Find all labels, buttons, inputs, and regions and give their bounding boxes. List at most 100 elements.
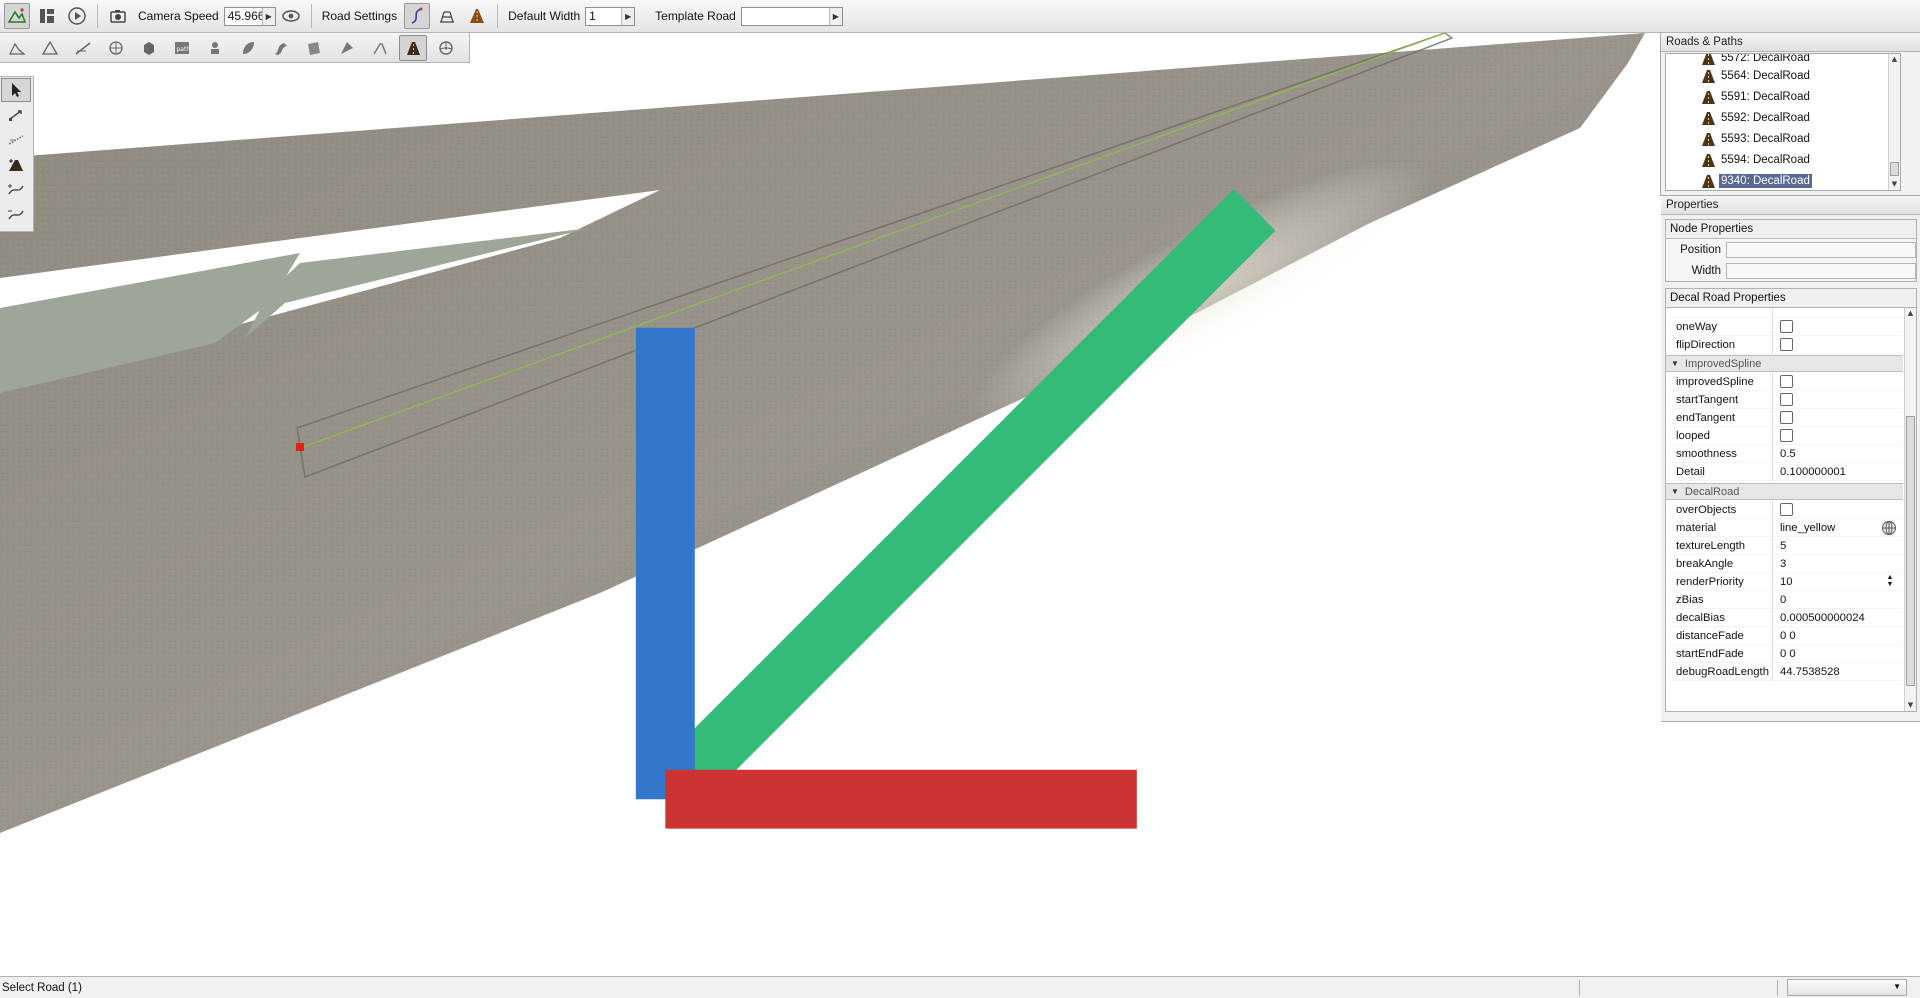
- road-select-icon: [373, 42, 387, 54]
- terrain-painter-icon: [8, 42, 26, 55]
- starttangent-checkbox[interactable]: [1780, 392, 1793, 406]
- world-editor-button[interactable]: [4, 3, 30, 29]
- roads-scrollbar[interactable]: ▲ ▼: [1888, 54, 1900, 190]
- template-road-arrow-icon[interactable]: ▶: [828, 7, 842, 25]
- tree-item-selected[interactable]: 9340: DecalRoad: [1700, 170, 1812, 190]
- move-node-button[interactable]: [1, 103, 31, 127]
- scroll-up-icon[interactable]: ▲: [1889, 54, 1900, 65]
- prop-row: improvedSpline: [1666, 372, 1903, 391]
- detail-value[interactable]: 0.100000001: [1773, 463, 1903, 481]
- globe-icon: [109, 40, 123, 55]
- spline-icon: [411, 7, 423, 24]
- gui-editor-button[interactable]: [34, 3, 60, 29]
- show-wireframe-button[interactable]: [434, 3, 460, 29]
- tool-object[interactable]: [135, 35, 163, 61]
- show-road-button[interactable]: [464, 3, 490, 29]
- tool-road-select[interactable]: [366, 35, 394, 61]
- material-field[interactable]: line_yellow: [1773, 519, 1903, 537]
- breakangle-value[interactable]: 3: [1773, 555, 1903, 573]
- improvedspline-checkbox[interactable]: [1780, 374, 1793, 388]
- tree-item[interactable]: 5591: DecalRoad: [1700, 86, 1812, 107]
- flipdirection-checkbox[interactable]: [1780, 337, 1793, 351]
- renderpriority-field[interactable]: 10 ▲ ▼: [1773, 573, 1903, 591]
- tool-river[interactable]: [267, 35, 295, 61]
- category-decalroad[interactable]: ▼ DecalRoad: [1666, 483, 1903, 500]
- camera-button[interactable]: [105, 3, 131, 29]
- prop-row: decalBias 0.000500000024: [1666, 608, 1903, 627]
- properties-scrollbar[interactable]: ▲ ▼: [1904, 308, 1916, 711]
- tree-item-label: 5572: DecalRoad: [1721, 53, 1810, 64]
- wheel-icon: [439, 40, 453, 55]
- width-input[interactable]: [1726, 263, 1916, 279]
- category-improvedspline[interactable]: ▼ ImprovedSpline: [1666, 355, 1903, 372]
- status-dropdown[interactable]: ▼: [1787, 979, 1907, 996]
- distancefade-value[interactable]: 0 0: [1773, 627, 1903, 645]
- looped-checkbox[interactable]: [1780, 428, 1793, 442]
- decal-road-icon: [1702, 132, 1715, 146]
- default-width-arrow-icon[interactable]: ▶: [621, 7, 635, 25]
- visibility-button[interactable]: [278, 3, 304, 29]
- camera-speed-arrow-icon[interactable]: ▶: [261, 7, 275, 25]
- startendfade-value[interactable]: 0 0: [1773, 645, 1903, 663]
- scene-viewport[interactable]: [0, 33, 1920, 976]
- collapse-triangle-icon[interactable]: ▼: [1671, 487, 1679, 496]
- scroll-thumb[interactable]: [1890, 162, 1899, 176]
- node-properties-box: Node Properties Position Width: [1665, 219, 1917, 282]
- ruler-icon: [75, 41, 91, 55]
- decal-road-icon: [1702, 54, 1715, 65]
- template-road-input[interactable]: ▶: [740, 6, 843, 26]
- status-text: Select Road (1): [2, 981, 82, 994]
- scroll-down-icon[interactable]: ▼: [1889, 179, 1900, 190]
- scroll-up-icon[interactable]: ▲: [1905, 308, 1916, 319]
- tool-mesh-road[interactable]: [300, 35, 328, 61]
- tool-path[interactable]: path: [168, 35, 196, 61]
- prop-key: startEndFade: [1666, 644, 1773, 663]
- decalbias-value[interactable]: 0.000500000024: [1773, 609, 1903, 627]
- tool-decal[interactable]: [333, 35, 361, 61]
- tree-item-label: 5592: DecalRoad: [1721, 111, 1810, 124]
- oneway-checkbox[interactable]: [1780, 319, 1793, 333]
- roads-tree[interactable]: 5572: DecalRoad 5564: DecalRoad 5591: De…: [1665, 53, 1901, 191]
- status-bar: Select Road (1) ▼: [0, 976, 1920, 998]
- select-tool-button[interactable]: [1, 78, 31, 102]
- category-label: ImprovedSpline: [1684, 357, 1762, 370]
- tool-terrain-painter[interactable]: [3, 35, 31, 61]
- prop-key: overObjects: [1666, 500, 1773, 519]
- tool-navmesh[interactable]: [432, 35, 460, 61]
- zbias-value[interactable]: 0: [1773, 591, 1903, 609]
- insert-node-button[interactable]: [1, 178, 31, 202]
- width-row: Width: [1666, 261, 1916, 281]
- tool-decal-road[interactable]: [399, 34, 427, 61]
- texturelength-value[interactable]: 5: [1773, 537, 1903, 555]
- remove-node-button[interactable]: [1, 203, 31, 227]
- camera-speed-input[interactable]: 45.966 ▶: [223, 6, 276, 26]
- tree-item[interactable]: 5593: DecalRoad: [1700, 128, 1812, 149]
- spinner-icon[interactable]: ▲ ▼: [1884, 574, 1896, 589]
- tree-item[interactable]: 5592: DecalRoad: [1700, 107, 1812, 128]
- smoothness-value[interactable]: 0.5: [1773, 445, 1903, 463]
- scroll-thumb[interactable]: [1906, 416, 1915, 686]
- tool-globe[interactable]: [102, 35, 130, 61]
- scale-node-button[interactable]: [1, 128, 31, 152]
- collapse-triangle-icon[interactable]: ▼: [1671, 359, 1679, 368]
- prop-row: smoothness 0.5: [1666, 444, 1903, 463]
- play-icon: [68, 7, 86, 25]
- status-divider: [1579, 980, 1580, 996]
- tree-item[interactable]: 5564: DecalRoad: [1700, 65, 1812, 86]
- material-picker-icon[interactable]: [1881, 520, 1897, 536]
- overobjects-checkbox[interactable]: [1780, 502, 1793, 516]
- show-spline-button[interactable]: [404, 3, 431, 29]
- play-button[interactable]: [64, 3, 90, 29]
- endtangent-checkbox[interactable]: [1780, 410, 1793, 424]
- tool-terrain-editor[interactable]: [36, 35, 64, 61]
- default-width-input[interactable]: 1 ▶: [585, 6, 636, 26]
- position-input[interactable]: [1726, 242, 1916, 258]
- prop-row: zBias 0: [1666, 590, 1903, 609]
- add-road-button[interactable]: [1, 153, 31, 177]
- tree-item[interactable]: 5594: DecalRoad: [1700, 149, 1812, 170]
- tool-spawn[interactable]: [201, 35, 229, 61]
- tool-forest[interactable]: [234, 35, 262, 61]
- scroll-down-icon[interactable]: ▼: [1905, 700, 1916, 711]
- prop-key: textureLength: [1666, 536, 1773, 555]
- tool-ruler[interactable]: [69, 35, 97, 61]
